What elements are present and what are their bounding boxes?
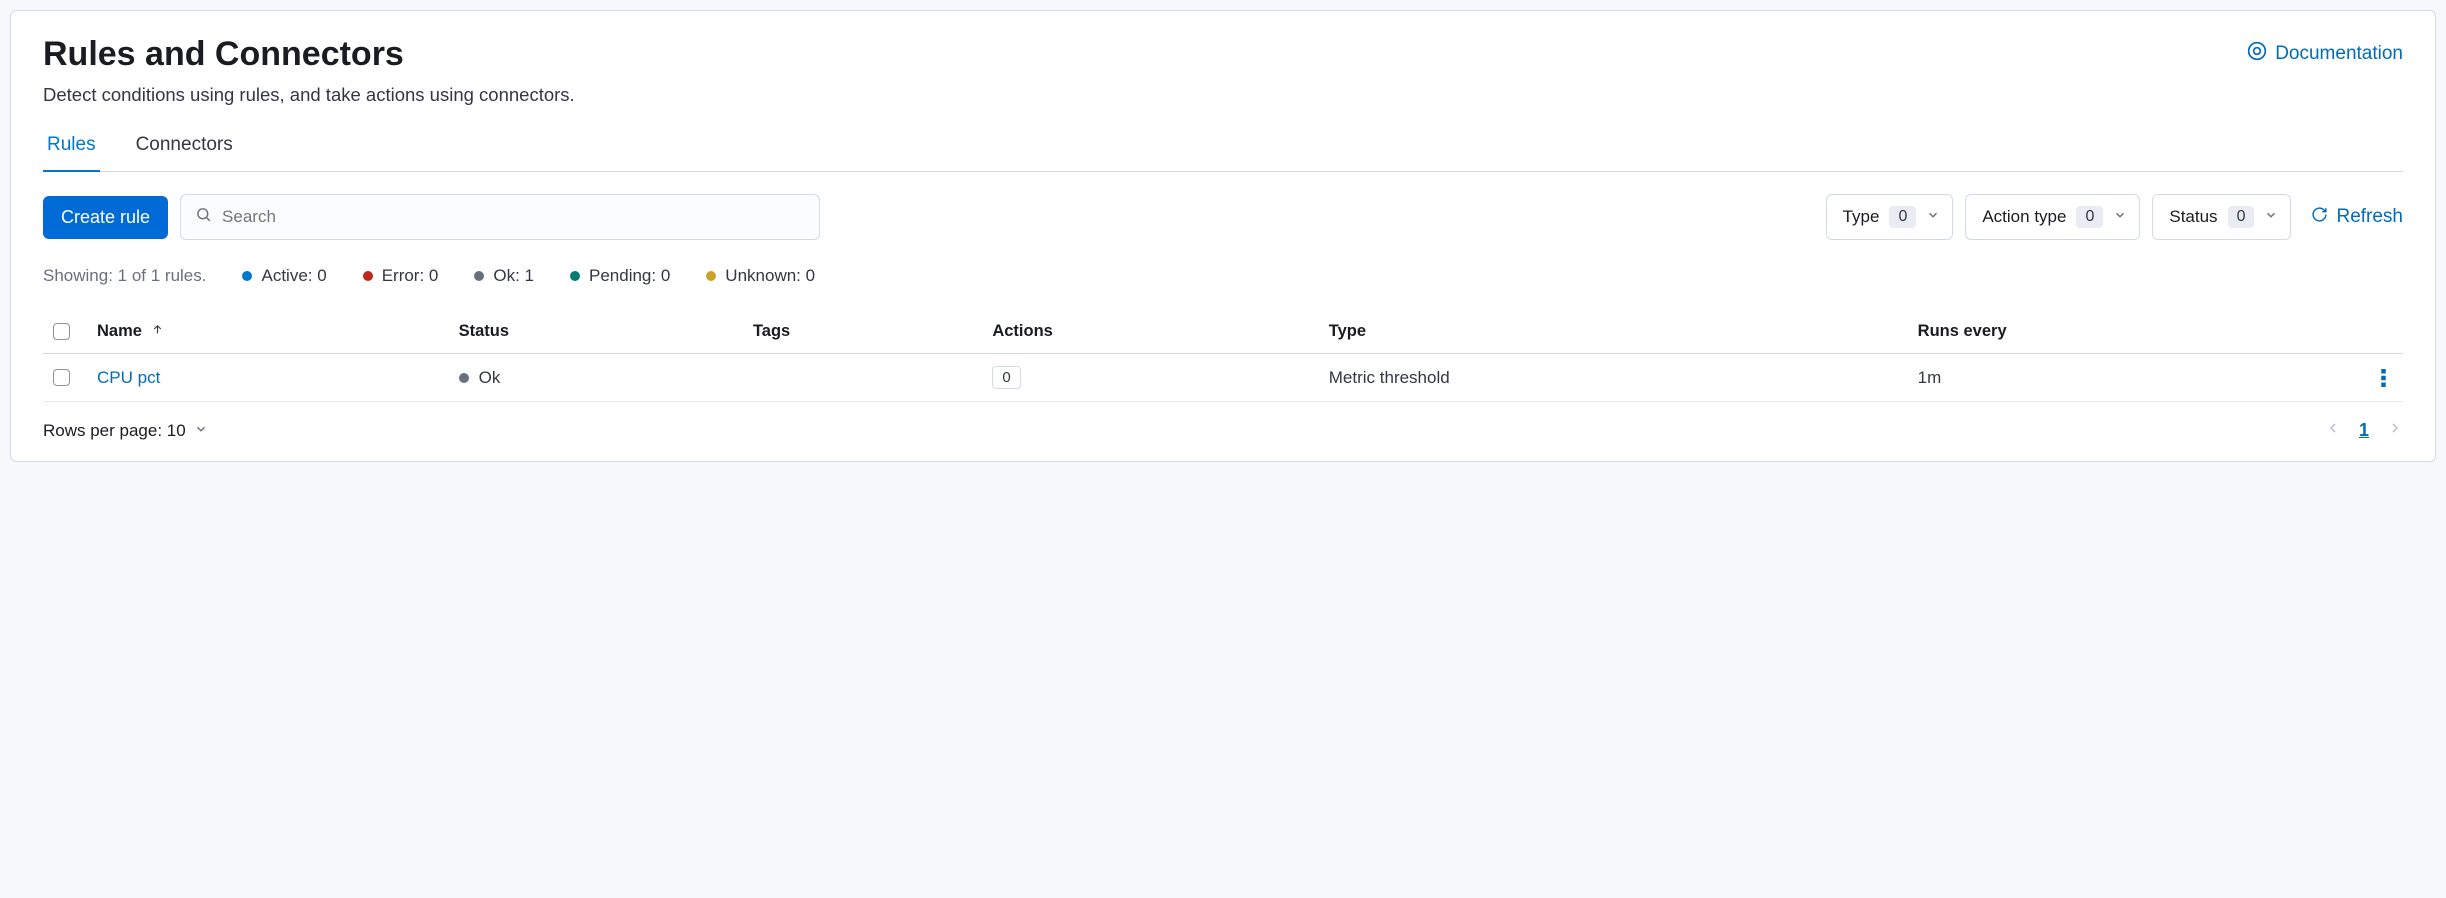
rule-name-link[interactable]: CPU pct bbox=[97, 368, 160, 387]
status-active-label: Active: 0 bbox=[261, 266, 326, 286]
table-row: CPU pct Ok 0 Metric threshold 1m bbox=[43, 354, 2403, 402]
help-icon bbox=[2247, 41, 2267, 67]
status-unknown: Unknown: 0 bbox=[706, 266, 815, 286]
filter-action-type-label: Action type bbox=[1982, 207, 2066, 227]
search-field[interactable] bbox=[180, 194, 820, 240]
status-cell: Ok bbox=[459, 368, 733, 388]
status-error-label: Error: 0 bbox=[382, 266, 439, 286]
page-number[interactable]: 1 bbox=[2359, 420, 2369, 441]
filter-type[interactable]: Type 0 bbox=[1826, 194, 1954, 240]
status-pending: Pending: 0 bbox=[570, 266, 670, 286]
tabs: Rules Connectors bbox=[43, 124, 2403, 172]
status-pending-label: Pending: 0 bbox=[589, 266, 670, 286]
refresh-icon bbox=[2311, 206, 2328, 229]
rules-connectors-panel: Rules and Connectors Detect conditions u… bbox=[10, 10, 2436, 462]
sort-asc-icon bbox=[151, 322, 164, 340]
col-name[interactable]: Name bbox=[87, 310, 449, 354]
header-left: Rules and Connectors Detect conditions u… bbox=[43, 35, 575, 124]
status-ok: Ok: 1 bbox=[474, 266, 534, 286]
runs-every-cell: 1m bbox=[1908, 354, 2363, 402]
tags-cell bbox=[743, 354, 982, 402]
filter-type-label: Type bbox=[1843, 207, 1880, 227]
showing-count: Showing: 1 of 1 rules. bbox=[43, 266, 206, 286]
header: Rules and Connectors Detect conditions u… bbox=[43, 35, 2403, 124]
dot-icon bbox=[242, 271, 252, 281]
page-subtitle: Detect conditions using rules, and take … bbox=[43, 84, 575, 106]
row-actions-menu[interactable] bbox=[2373, 369, 2393, 387]
refresh-label: Refresh bbox=[2336, 206, 2403, 228]
dot-icon bbox=[459, 373, 469, 383]
table-header-row: Name Status Tags Actions Type Runs every bbox=[43, 310, 2403, 354]
actions-count: 0 bbox=[992, 366, 1020, 389]
filter-status-count: 0 bbox=[2228, 206, 2255, 228]
filter-status-label: Status bbox=[2169, 207, 2217, 227]
chevron-down-icon bbox=[194, 421, 208, 441]
documentation-link[interactable]: Documentation bbox=[2247, 41, 2403, 67]
rows-per-page-select[interactable]: Rows per page: 10 bbox=[43, 421, 208, 441]
rows-per-page-label: Rows per page: 10 bbox=[43, 421, 186, 441]
create-rule-button[interactable]: Create rule bbox=[43, 196, 168, 239]
tab-rules[interactable]: Rules bbox=[43, 124, 100, 172]
col-status[interactable]: Status bbox=[449, 310, 743, 354]
dot-icon bbox=[474, 271, 484, 281]
col-runs-every[interactable]: Runs every bbox=[1908, 310, 2363, 354]
rules-table: Name Status Tags Actions Type Runs every… bbox=[43, 310, 2403, 402]
chevron-down-icon bbox=[2264, 207, 2278, 227]
chevron-right-icon bbox=[2387, 420, 2403, 436]
table-footer: Rows per page: 10 1 bbox=[43, 420, 2403, 441]
filter-action-type-count: 0 bbox=[2076, 206, 2103, 228]
select-all-checkbox[interactable] bbox=[53, 323, 70, 340]
documentation-label: Documentation bbox=[2275, 43, 2403, 65]
col-tags[interactable]: Tags bbox=[743, 310, 982, 354]
status-error: Error: 0 bbox=[363, 266, 439, 286]
status-active: Active: 0 bbox=[242, 266, 326, 286]
pagination: 1 bbox=[2325, 420, 2403, 441]
status-text: Ok bbox=[479, 368, 501, 388]
dot-icon bbox=[570, 271, 580, 281]
status-summary: Showing: 1 of 1 rules. Active: 0 Error: … bbox=[43, 266, 2403, 286]
toolbar: Create rule Type 0 Action type 0 bbox=[43, 194, 2403, 240]
vertical-dots-icon bbox=[2381, 369, 2386, 387]
dot-icon bbox=[706, 271, 716, 281]
col-type[interactable]: Type bbox=[1319, 310, 1908, 354]
chevron-down-icon bbox=[1926, 207, 1940, 227]
search-icon bbox=[195, 206, 212, 228]
type-cell: Metric threshold bbox=[1319, 354, 1908, 402]
row-checkbox[interactable] bbox=[53, 369, 70, 386]
search-input[interactable] bbox=[222, 207, 805, 227]
col-name-label: Name bbox=[97, 322, 142, 340]
chevron-left-icon bbox=[2325, 420, 2341, 436]
refresh-button[interactable]: Refresh bbox=[2311, 206, 2403, 229]
tab-connectors[interactable]: Connectors bbox=[132, 124, 237, 172]
filter-status[interactable]: Status 0 bbox=[2152, 194, 2291, 240]
status-ok-label: Ok: 1 bbox=[493, 266, 534, 286]
dot-icon bbox=[363, 271, 373, 281]
prev-page-button[interactable] bbox=[2325, 420, 2341, 441]
col-actions[interactable]: Actions bbox=[982, 310, 1318, 354]
filter-type-count: 0 bbox=[1889, 206, 1916, 228]
filter-action-type[interactable]: Action type 0 bbox=[1965, 194, 2140, 240]
status-unknown-label: Unknown: 0 bbox=[725, 266, 815, 286]
chevron-down-icon bbox=[2113, 207, 2127, 227]
page-title: Rules and Connectors bbox=[43, 35, 575, 74]
next-page-button[interactable] bbox=[2387, 420, 2403, 441]
